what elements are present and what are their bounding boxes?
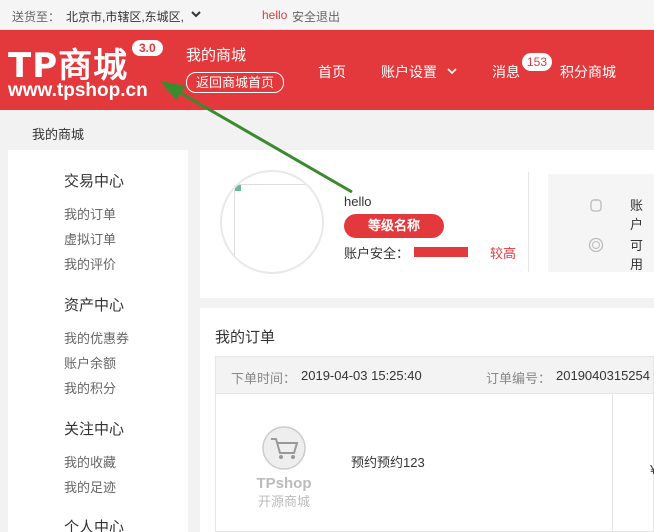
username-link[interactable]: hello (262, 8, 287, 22)
order-time-value: 2019-04-03 15:25:40 (301, 368, 422, 383)
sidebar-item-balance[interactable]: 账户余额 (64, 353, 116, 372)
ship-to-label: 送货至： (12, 10, 61, 24)
order-number-value[interactable]: 2019040315254 (556, 368, 650, 383)
logo-url: www.tpshop.cn (8, 80, 148, 101)
shopping-cart-icon (262, 426, 306, 470)
version-badge: 3.0 (132, 40, 163, 56)
coin-icon (588, 237, 604, 253)
top-bar: 送货至： 北京市,市辖区,东城区, hello 安全退出 (0, 0, 654, 30)
sidebar-section-trade: 交易中心 (64, 173, 125, 190)
security-label: 账户安全： (344, 246, 410, 261)
nav-account-settings[interactable]: 账户设置 (381, 62, 457, 82)
wallet-icon (590, 199, 602, 212)
chevron-down-icon (447, 68, 457, 75)
placeholder-brand: TPshop (257, 475, 312, 492)
order-number-label: 订单编号： (486, 371, 552, 386)
account-summary-panel: 账户 可用 (548, 174, 654, 272)
avatar[interactable] (220, 170, 324, 274)
nav-messages[interactable]: 消息 (492, 62, 520, 82)
sidebar-item-footprints[interactable]: 我的足迹 (64, 477, 116, 496)
nav-account-label: 账户设置 (381, 64, 437, 80)
product-name[interactable]: 预约预约123 (351, 452, 425, 471)
sidebar-section-follow: 关注中心 (64, 421, 125, 438)
orders-title: 我的订单 (215, 329, 276, 346)
chevron-down-icon[interactable] (190, 8, 202, 20)
sidebar-item-my-reviews[interactable]: 我的评价 (64, 254, 116, 273)
avatar-image-placeholder (234, 184, 322, 272)
broken-image-icon (235, 185, 241, 191)
security-meter (414, 247, 468, 257)
sidebar: 交易中心 我的订单 虚拟订单 我的评价 资产中心 我的优惠券 账户余额 我的积分… (8, 150, 188, 532)
level-badge: 等级名称 (344, 214, 444, 238)
product-placeholder-image[interactable]: TPshop 开源商城 (244, 424, 324, 514)
divider (612, 394, 613, 532)
logout-link[interactable]: 安全退出 (292, 8, 340, 25)
site-logo[interactable]: TP商城 www.tpshop.cn 3.0 (8, 38, 168, 101)
nav-home[interactable]: 首页 (318, 62, 346, 82)
sidebar-item-virtual-orders[interactable]: 虚拟订单 (64, 229, 116, 248)
message-count-badge: 153 (522, 53, 553, 71)
my-mall-title: 我的商城 (186, 47, 247, 64)
sidebar-item-coupons[interactable]: 我的优惠券 (64, 328, 129, 347)
security-level: 较高 (490, 246, 517, 261)
divider (528, 172, 529, 272)
profile-username: hello (344, 194, 372, 209)
available-label[interactable]: 可用 (630, 235, 654, 273)
breadcrumb[interactable]: 我的商城 (32, 124, 84, 143)
nav-points-mall[interactable]: 积分商城 (560, 62, 616, 82)
account-balance-label[interactable]: 账户 (630, 195, 654, 233)
order-header-row: 下单时间： 2019-04-03 15:25:40 订单编号： 20190403… (215, 356, 654, 394)
order-time-label: 下单时间： (231, 371, 297, 386)
site-header: TP商城 www.tpshop.cn 3.0 我的商城 返回商城首页 首页 账户… (0, 30, 654, 110)
sidebar-item-points[interactable]: 我的积分 (64, 378, 116, 397)
order-item-row: TPshop 开源商城 预约预约123 ¥ (215, 394, 654, 532)
sidebar-section-personal: 个人中心 (64, 519, 125, 532)
price-value: ¥ (650, 462, 654, 477)
sidebar-item-favorites[interactable]: 我的收藏 (64, 452, 116, 471)
location-selector[interactable]: 北京市,市辖区,东城区, (66, 8, 184, 25)
back-home-button[interactable]: 返回商城首页 (186, 72, 285, 93)
sidebar-section-assets: 资产中心 (64, 297, 125, 314)
sidebar-item-my-orders[interactable]: 我的订单 (64, 204, 116, 223)
placeholder-text: 开源商城 (258, 495, 310, 510)
profile-card: hello 等级名称 账户安全： 较高 账户 可用 (200, 150, 654, 298)
orders-panel: 我的订单 下单时间： 2019-04-03 15:25:40 订单编号： 201… (200, 308, 654, 532)
